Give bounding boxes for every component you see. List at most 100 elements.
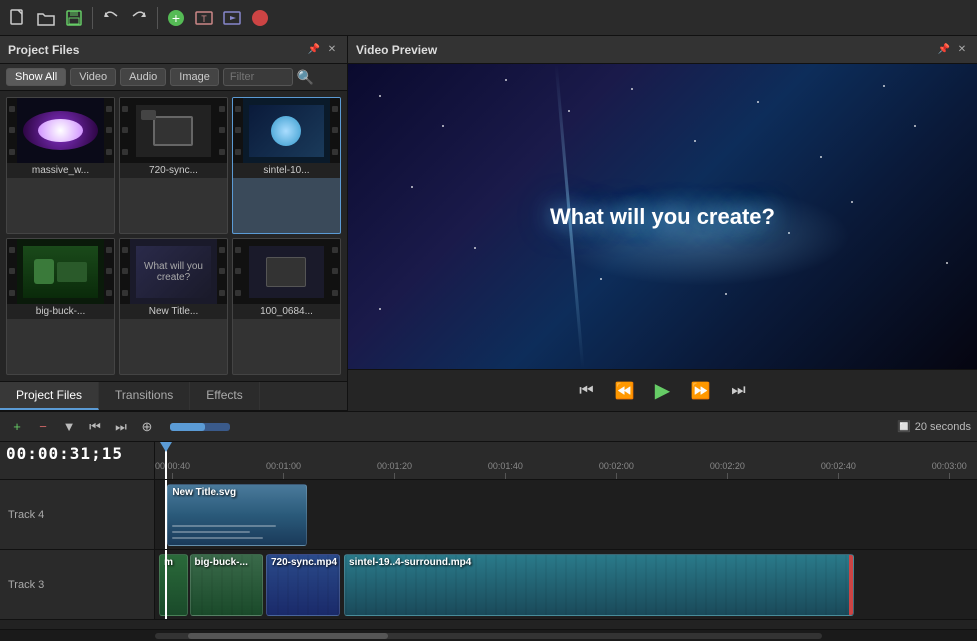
timeline-area: + − ▼ ⏮ ⏭ ⊕ 🔲 20 seconds 00:00:31;15 00:… [0,411,977,641]
panel-controls: 📌 ✕ [307,43,339,57]
preview-area: What will you create? [348,64,977,369]
media-label-newtitle: New Title... [120,304,227,319]
tracks-area: Track 4 New Title.svg [0,480,977,629]
toolbar-sep-1 [92,7,93,29]
toolbar-sep-2 [157,7,158,29]
export-button[interactable] [220,6,244,30]
film-strip-left-3 [233,98,243,163]
film-strip-right-5 [217,239,227,304]
timeline-toolbar: + − ▼ ⏮ ⏭ ⊕ 🔲 20 seconds [0,412,977,442]
clip-end-marker [849,555,853,615]
pin-button[interactable]: 📌 [307,43,321,57]
media-item-100-0684[interactable]: 100_0684... [232,238,341,375]
preview-canvas: What will you create? [348,64,977,369]
scrollbar-track[interactable] [155,633,822,639]
film-strip-left-4 [7,239,17,304]
filter-all-button[interactable]: Show All [6,68,66,86]
preview-pin-button[interactable]: 📌 [937,43,951,57]
project-files-title: Project Files [8,43,79,57]
tab-project-files[interactable]: Project Files [0,382,99,410]
track-row-3: Track 3 m big-buck-... 720-sync.mp4 [0,550,977,620]
clip-title-newtitle: New Title.svg [172,487,236,498]
tab-transitions[interactable]: Transitions [99,382,190,410]
clip-720sync[interactable]: 720-sync.mp4 [266,554,340,616]
film-strip-left [7,98,17,163]
clip-sintel-surround[interactable]: sintel-19..4-surround.mp4 [344,554,854,616]
clip-newtitle[interactable]: New Title.svg [167,484,307,546]
play-button[interactable]: ▶ [648,376,678,406]
svg-text:+: + [172,10,180,26]
timecode-area: 00:00:31;15 [0,442,155,479]
clip-m[interactable]: m [159,554,188,616]
film-strip-right-4 [104,239,114,304]
center-playhead-button[interactable]: ⊕ [136,416,158,438]
film-strip-left-6 [233,239,243,304]
film-strip-right [104,98,114,163]
redo-button[interactable] [127,6,151,30]
media-item-bigbuck[interactable]: big-buck-... [6,238,115,375]
track-content-4[interactable]: New Title.svg [155,480,977,549]
clip-title-bigbuck: big-buck-... [195,557,248,568]
media-item-massive[interactable]: massive_w... [6,97,115,234]
filter-input[interactable] [223,68,293,86]
filter-image-button[interactable]: Image [170,68,219,86]
film-strip-right-6 [330,239,340,304]
close-panel-button[interactable]: ✕ [325,43,339,57]
media-item-newtitle[interactable]: What will you create? New Title... [119,238,228,375]
tab-effects[interactable]: Effects [190,382,259,410]
add-button[interactable]: + [164,6,188,30]
preview-header: Video Preview 📌 ✕ [348,36,977,64]
rewind-button[interactable]: ⏪ [610,376,640,406]
preview-text: What will you create? [550,204,775,230]
filter-video-button[interactable]: Video [70,68,116,86]
media-item-720sync[interactable]: 720-sync... [119,97,228,234]
add-track-button[interactable]: + [6,416,28,438]
remove-track-button[interactable]: − [32,416,54,438]
undo-button[interactable] [99,6,123,30]
rewind-start-button[interactable]: ⏮ [572,376,602,406]
preview-controls: 📌 ✕ [937,43,969,57]
marker-dropdown-button[interactable]: ▼ [58,416,80,438]
ruler-marks-area[interactable]: 00:00:40 00:01:00 00:01:20 00:01:40 00:0… [155,442,977,479]
timecode: 00:00:31;15 [6,444,123,463]
main-area: Project Files 📌 ✕ Show All Video Audio I… [0,36,977,411]
playhead[interactable] [165,442,167,479]
next-marker-button[interactable]: ⏭ [110,416,132,438]
media-grid: massive_w... 720-sync... [0,91,347,381]
media-item-sintel[interactable]: sintel-10... [232,97,341,234]
track-content-3[interactable]: m big-buck-... 720-sync.mp4 sintel-19.. [155,550,977,619]
zoom-label: 🔲 20 seconds [897,420,971,433]
playhead-arrow [160,442,172,452]
clip-bigbuck[interactable]: big-buck-... [190,554,264,616]
prev-marker-button[interactable]: ⏮ [84,416,106,438]
main-toolbar: + T [0,0,977,36]
title-button[interactable]: T [192,6,216,30]
record-button[interactable] [248,6,272,30]
new-button[interactable] [6,6,30,30]
left-panel: Project Files 📌 ✕ Show All Video Audio I… [0,36,348,411]
preview-title: Video Preview [356,43,437,57]
film-strip-left-2 [120,98,130,163]
media-label-720sync: 720-sync... [120,163,227,178]
zoom-value: 20 seconds [915,421,971,433]
filter-clear-button[interactable]: 🔍 [297,69,314,86]
open-button[interactable] [34,6,58,30]
preview-close-button[interactable]: ✕ [955,43,969,57]
preview-glow [551,186,851,286]
scrollbar-thumb[interactable] [188,633,388,639]
track-label-4: Track 4 [0,480,155,549]
film-strip-right-2 [217,98,227,163]
film-strip-left-5 [120,239,130,304]
track-label-3: Track 3 [0,550,155,619]
save-button[interactable] [62,6,86,30]
media-label-100-0684: 100_0684... [233,304,340,319]
playhead-track3 [165,550,167,619]
film-strip-right-3 [330,98,340,163]
right-panel: Video Preview 📌 ✕ [348,36,977,411]
timeline-content: 00:00:31;15 00:00:40 00:01:00 00:01:20 0… [0,442,977,641]
bottom-tabs: Project Files Transitions Effects [0,381,347,411]
fast-forward-button[interactable]: ⏩ [686,376,716,406]
media-label-massive: massive_w... [7,163,114,178]
fast-forward-end-button[interactable]: ⏭ [724,376,754,406]
filter-audio-button[interactable]: Audio [120,68,166,86]
